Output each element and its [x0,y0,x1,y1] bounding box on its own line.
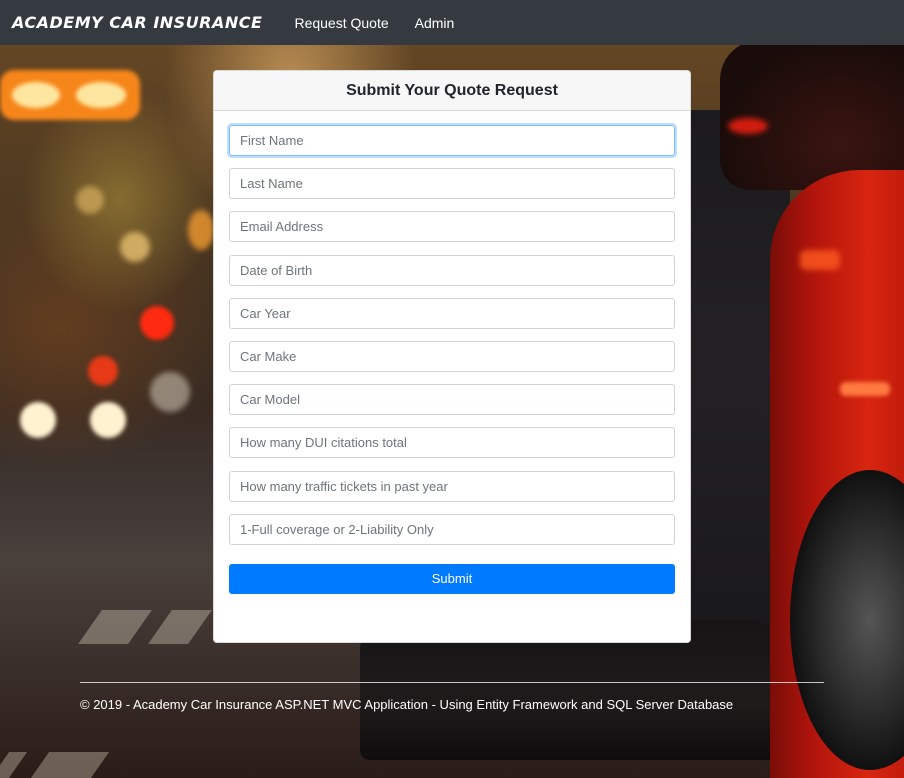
footer-divider [80,682,824,683]
nav-link-admin[interactable]: Admin [415,15,455,31]
quote-request-card: Submit Your Quote Request Submit [213,70,691,643]
car-make-field[interactable] [229,340,675,372]
car-model-field[interactable] [229,384,675,416]
quote-request-form: Submit [214,111,690,594]
dui-citations-field[interactable] [229,427,675,459]
brand-logo-text[interactable]: Academy Car Insurance [12,13,262,32]
date-of-birth-field[interactable] [229,254,675,286]
email-address-field[interactable] [229,211,675,243]
last-name-field[interactable] [229,168,675,200]
car-year-field[interactable] [229,297,675,329]
card-title: Submit Your Quote Request [214,71,690,111]
nav-link-request-quote[interactable]: Request Quote [294,15,388,31]
footer-copyright: © 2019 - Academy Car Insurance ASP.NET M… [80,697,734,712]
first-name-field[interactable] [229,125,675,156]
traffic-tickets-field[interactable] [229,470,675,502]
top-navbar: Academy Car Insurance Request Quote Admi… [0,0,904,45]
coverage-type-field[interactable] [229,513,675,545]
submit-button[interactable]: Submit [229,563,675,594]
